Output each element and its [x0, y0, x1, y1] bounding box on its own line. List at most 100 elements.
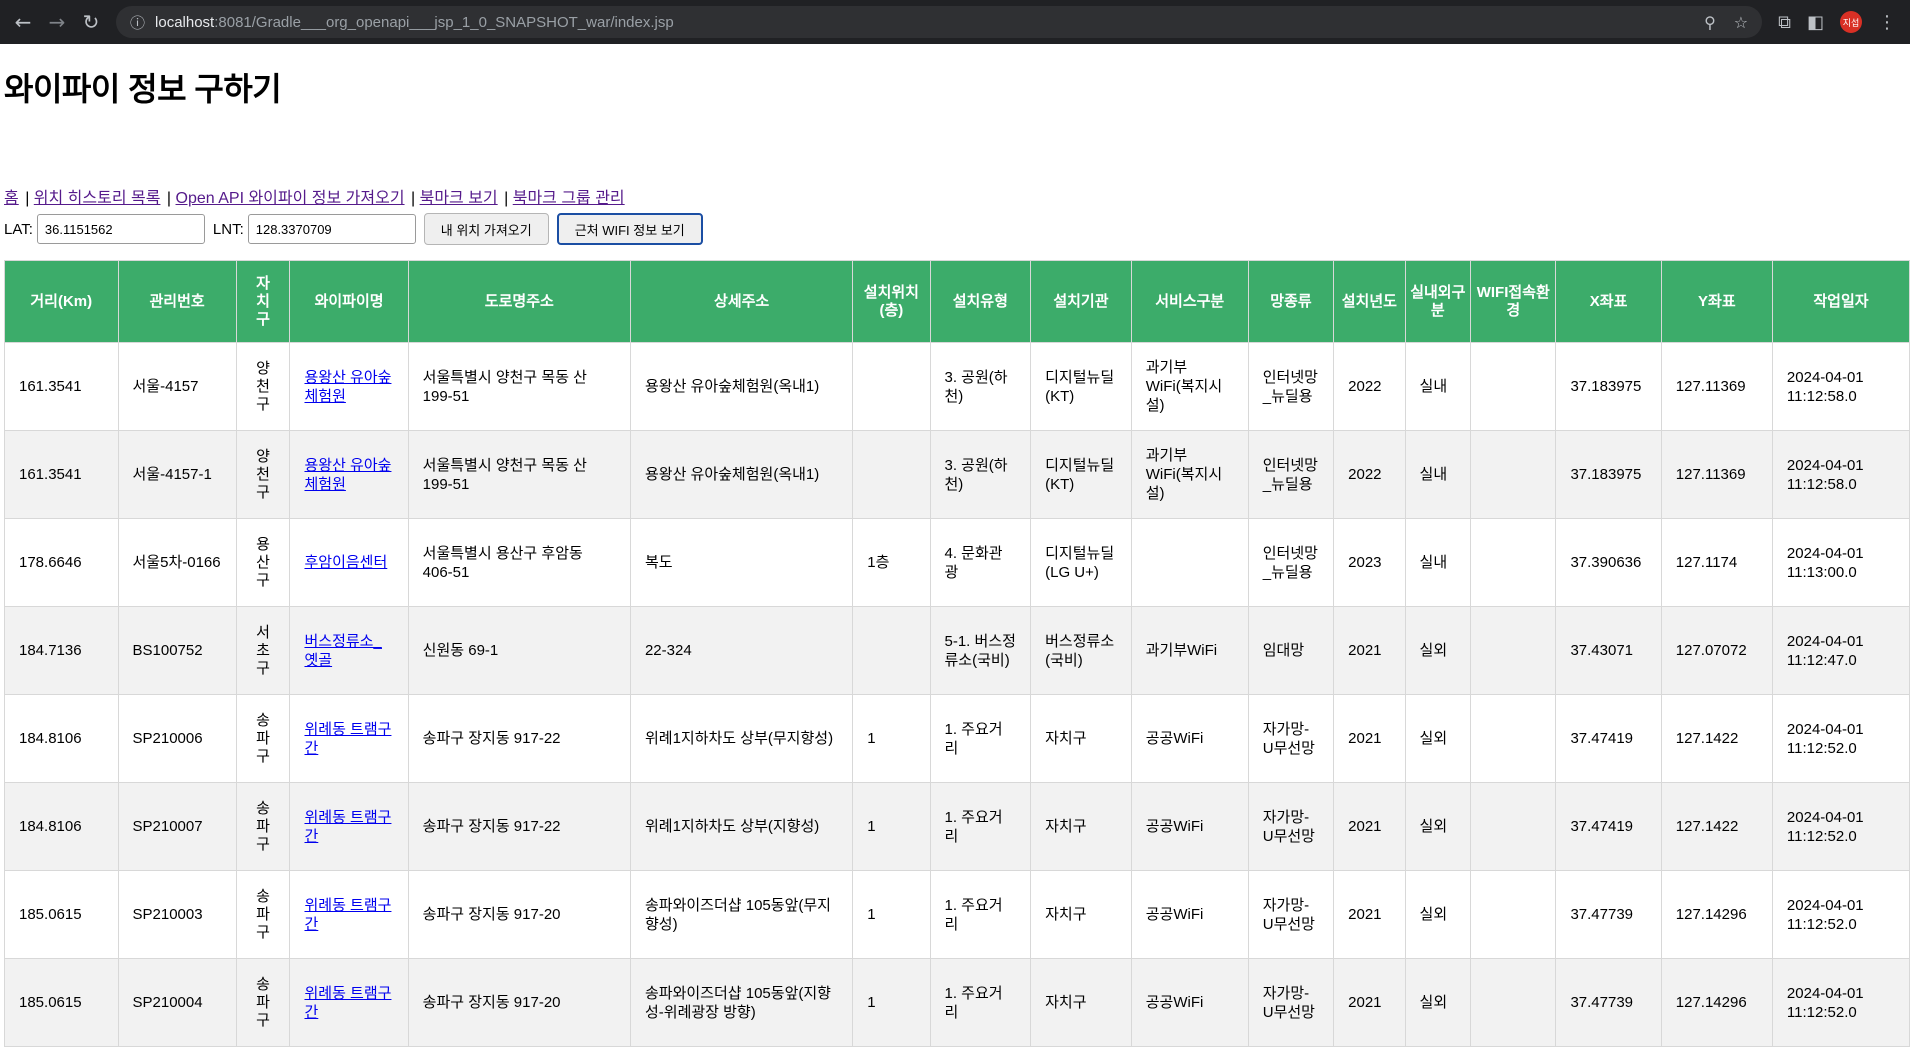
- cell-gu: 송파구: [235, 958, 291, 1047]
- column-header: X좌표: [1555, 260, 1662, 343]
- wifi-name-link[interactable]: 위례동 트램구간: [304, 897, 391, 933]
- table-cell: 178.6646: [4, 518, 119, 607]
- wifi-name-link[interactable]: 위례동 트램구간: [304, 809, 391, 845]
- column-header: 설치유형: [929, 260, 1032, 343]
- wifi-table: 거리(Km) 관리번호 자치구 와이파이명 도로명주소 상세주소 설치위치(층) 설치유형 설치…: [4, 260, 1910, 1047]
- table-cell: 인터넷망_뉴딜용: [1247, 342, 1335, 431]
- table-cell: 2024-04-01 11:12:47.0: [1771, 606, 1910, 695]
- wifi-name-link[interactable]: 용왕산 유아숲체험원: [304, 369, 391, 405]
- table-cell: 2021: [1333, 870, 1406, 959]
- table-cell: 2024-04-01 11:12:52.0: [1771, 870, 1910, 959]
- table-cell: 1: [852, 870, 931, 959]
- nav-link-home[interactable]: 홈: [4, 190, 19, 207]
- nav-link-bookmarks[interactable]: 북마크 보기: [420, 190, 498, 207]
- table-cell: [1130, 518, 1249, 607]
- table-cell: 2021: [1333, 958, 1406, 1047]
- wifi-name-link[interactable]: 버스정류소_옛골: [304, 633, 381, 669]
- side-panel-icon[interactable]: ◧: [1807, 12, 1824, 33]
- cell-gu: 서초구: [235, 606, 291, 695]
- table-cell: 37.47419: [1555, 782, 1662, 871]
- column-header: 설치기관: [1030, 260, 1132, 343]
- table-cell: 1. 주요거리: [929, 958, 1032, 1047]
- table-cell: 161.3541: [4, 342, 119, 431]
- table-cell: 임대망: [1247, 606, 1335, 695]
- table-cell: 서울-4157: [117, 342, 237, 431]
- table-header-row: 거리(Km) 관리번호 자치구 와이파이명 도로명주소 상세주소 설치위치(층) 설치유형 설치…: [4, 260, 1910, 343]
- page-title: 와이파이 정보 구하기: [4, 71, 282, 107]
- table-cell: SP210004: [117, 958, 237, 1047]
- location-form: LAT: LNT: 내 위치 가져오기 근처 WIFI 정보 보기: [4, 212, 1910, 246]
- table-cell: 2021: [1333, 782, 1406, 871]
- nav-menu: 홈 | 위치 히스토리 목록 | Open API 와이파이 정보 가져오기 |…: [4, 190, 625, 207]
- table-cell: 공공WiFi: [1130, 782, 1249, 871]
- cell-wifi-name: 후암이음센터: [289, 518, 409, 607]
- table-cell: 실외: [1404, 958, 1472, 1047]
- table-cell: 2024-04-01 11:12:52.0: [1771, 782, 1910, 871]
- column-header: 관리번호: [117, 260, 237, 343]
- table-cell: 인터넷망_뉴딜용: [1247, 430, 1335, 519]
- table-cell: 185.0615: [4, 870, 119, 959]
- table-cell: [1470, 694, 1557, 783]
- table-cell: [1470, 342, 1557, 431]
- cell-text: 양천구: [256, 359, 270, 413]
- column-header: 거리(Km): [4, 260, 119, 343]
- table-cell: 복도: [629, 518, 854, 607]
- table-cell: [1470, 782, 1557, 871]
- cell-gu: 송파구: [235, 694, 291, 783]
- table-cell: 자가망-U무선망: [1247, 870, 1335, 959]
- table-cell: 127.1422: [1660, 694, 1773, 783]
- table-cell: 127.11369: [1660, 430, 1773, 519]
- table-cell: 37.47739: [1555, 870, 1662, 959]
- forward-icon[interactable]: →: [40, 5, 74, 39]
- profile-avatar[interactable]: 지섭: [1840, 11, 1862, 33]
- lat-label: LAT:: [4, 220, 33, 238]
- table-cell: 2024-04-01 11:12:58.0: [1771, 342, 1910, 431]
- browser-toolbar: ← → ↻ ⓘ localhost :8081/Gradle___org_ope…: [0, 0, 1910, 44]
- table-cell: 37.43071: [1555, 606, 1662, 695]
- table-cell: 127.1422: [1660, 782, 1773, 871]
- table-cell: SP210006: [117, 694, 237, 783]
- back-icon[interactable]: ←: [6, 5, 40, 39]
- cell-text: 양천구: [256, 447, 270, 501]
- address-bar[interactable]: ⓘ localhost :8081/Gradle___org_openapi__…: [116, 6, 1763, 38]
- bookmark-star-icon[interactable]: ☆: [1734, 13, 1748, 32]
- table-cell: [1470, 958, 1557, 1047]
- lnt-input[interactable]: [247, 214, 416, 244]
- table-cell: 서울특별시 용산구 후암동 406-51: [407, 518, 631, 607]
- wifi-name-link[interactable]: 위례동 트램구간: [304, 721, 391, 757]
- table-cell: 송파구 장지동 917-20: [407, 958, 631, 1047]
- location-pin-icon[interactable]: ⚲: [1704, 13, 1716, 32]
- menu-kebab-icon[interactable]: ⋮: [1878, 12, 1896, 33]
- nav-link-bookmark-groups[interactable]: 북마크 그룹 관리: [513, 190, 625, 207]
- table-cell: 3. 공원(하천): [929, 342, 1032, 431]
- cell-wifi-name: 위례동 트램구간: [289, 782, 409, 871]
- table-cell: 2024-04-01 11:13:00.0: [1771, 518, 1910, 607]
- table-row: 184.8106 SP210007 송파구 위례동 트램구간 송파구 장지동 917-2…: [4, 782, 1910, 871]
- wifi-name-link[interactable]: 후암이음센터: [304, 554, 387, 571]
- lat-input[interactable]: [36, 214, 205, 244]
- table-cell: 1: [852, 958, 931, 1047]
- column-header: 작업일자: [1771, 260, 1910, 343]
- column-header: WIFI접속환경: [1470, 260, 1557, 343]
- table-cell: 실외: [1404, 606, 1472, 695]
- table-cell: 공공WiFi: [1130, 958, 1249, 1047]
- table-cell: 1. 주요거리: [929, 870, 1032, 959]
- cell-text: 서초구: [256, 623, 270, 677]
- table-cell: 자치구: [1030, 870, 1132, 959]
- table-cell: 1. 주요거리: [929, 782, 1032, 871]
- wifi-name-link[interactable]: 위례동 트램구간: [304, 985, 391, 1021]
- extensions-icon[interactable]: ⧉: [1778, 12, 1791, 33]
- table-cell: 과기부WiFi(복지시설): [1130, 430, 1249, 519]
- site-info-icon[interactable]: ⓘ: [130, 12, 145, 33]
- wifi-name-link[interactable]: 용왕산 유아숲체험원: [304, 457, 391, 493]
- table-cell: 37.47419: [1555, 694, 1662, 783]
- table-cell: [1470, 606, 1557, 695]
- nearby-wifi-button[interactable]: 근처 WIFI 정보 보기: [556, 213, 703, 245]
- table-cell: [1470, 430, 1557, 519]
- nav-link-load-openapi[interactable]: Open API 와이파이 정보 가져오기: [176, 190, 405, 207]
- table-cell: 2024-04-01 11:12:58.0: [1771, 430, 1910, 519]
- nav-link-location-history[interactable]: 위치 히스토리 목록: [34, 190, 161, 207]
- reload-icon[interactable]: ↻: [74, 5, 108, 39]
- column-header: 설치년도: [1333, 260, 1406, 343]
- get-my-location-button[interactable]: 내 위치 가져오기: [423, 213, 549, 245]
